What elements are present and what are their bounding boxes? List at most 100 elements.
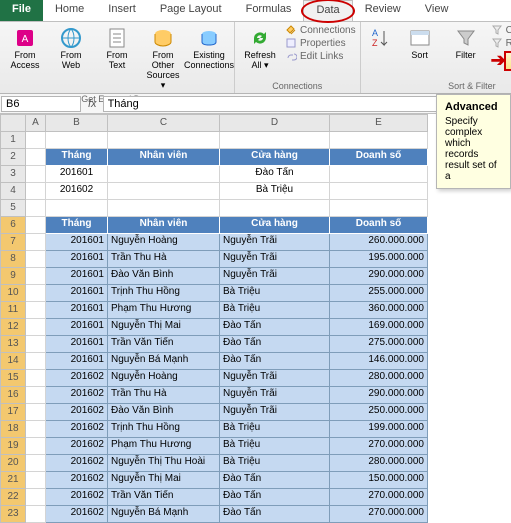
properties-button[interactable]: Properties xyxy=(285,37,356,49)
from-access-button[interactable]: AFrom Access xyxy=(4,24,46,72)
tab-view[interactable]: View xyxy=(413,0,461,21)
cell[interactable]: Nguyễn Trãi xyxy=(220,387,330,404)
row-23[interactable]: 23 xyxy=(0,506,26,523)
cell[interactable] xyxy=(26,132,46,149)
cell[interactable]: Trần Văn Tiến xyxy=(108,336,220,353)
row-12[interactable]: 12 xyxy=(0,319,26,336)
cell[interactable] xyxy=(330,183,428,200)
cell[interactable]: Nhân viên xyxy=(108,149,220,166)
sort-az-button[interactable]: AZ xyxy=(365,24,395,52)
cell[interactable]: 250.000.000 xyxy=(330,404,428,421)
row-17[interactable]: 17 xyxy=(0,404,26,421)
cell[interactable]: Đào Tấn xyxy=(220,489,330,506)
tab-review[interactable]: Review xyxy=(353,0,413,21)
cell[interactable] xyxy=(46,132,108,149)
cell[interactable] xyxy=(108,166,220,183)
cell[interactable] xyxy=(26,166,46,183)
cell[interactable]: Nhân viên xyxy=(108,217,220,234)
cell[interactable] xyxy=(26,234,46,251)
cell[interactable] xyxy=(220,132,330,149)
cell[interactable]: Trịnh Thu Hồng xyxy=(108,421,220,438)
cell[interactable]: Nguyễn Trãi xyxy=(220,234,330,251)
cell[interactable] xyxy=(26,319,46,336)
cell[interactable] xyxy=(26,302,46,319)
cell[interactable]: Đào Văn Bình xyxy=(108,404,220,421)
cell[interactable]: Bà Triệu xyxy=(220,455,330,472)
cell[interactable] xyxy=(108,200,220,217)
cell[interactable]: 290.000.000 xyxy=(330,268,428,285)
cell[interactable] xyxy=(26,217,46,234)
row-4[interactable]: 4 xyxy=(0,183,26,200)
col-A[interactable]: A xyxy=(26,114,46,132)
col-E[interactable]: E xyxy=(330,114,428,132)
fx-icon[interactable]: fx xyxy=(82,98,103,110)
cell[interactable]: 169.000.000 xyxy=(330,319,428,336)
cell[interactable]: 275.000.000 xyxy=(330,336,428,353)
from-other-sources-button[interactable]: From Other Sources ▾ xyxy=(142,24,184,93)
row-5[interactable]: 5 xyxy=(0,200,26,217)
cell[interactable] xyxy=(26,353,46,370)
cell[interactable]: 201602 xyxy=(46,370,108,387)
cell[interactable]: 201601 xyxy=(46,166,108,183)
cell[interactable]: Cửa hàng xyxy=(220,149,330,166)
cell[interactable] xyxy=(26,200,46,217)
cell[interactable] xyxy=(26,149,46,166)
cell[interactable]: 201601 xyxy=(46,268,108,285)
cell[interactable] xyxy=(26,370,46,387)
row-19[interactable]: 19 xyxy=(0,438,26,455)
row-20[interactable]: 20 xyxy=(0,455,26,472)
cell[interactable]: Phạm Thu Hương xyxy=(108,302,220,319)
cell[interactable]: 201601 xyxy=(46,302,108,319)
cell[interactable]: Nguyễn Thị Thu Hoài xyxy=(108,455,220,472)
cell[interactable] xyxy=(26,285,46,302)
cell[interactable]: 201602 xyxy=(46,489,108,506)
cell[interactable] xyxy=(46,200,108,217)
cell[interactable] xyxy=(26,183,46,200)
cell[interactable]: 360.000.000 xyxy=(330,302,428,319)
cell[interactable]: Doanh số xyxy=(330,217,428,234)
cell[interactable]: Đào Tấn xyxy=(220,506,330,523)
cell[interactable]: 201601 xyxy=(46,234,108,251)
row-18[interactable]: 18 xyxy=(0,421,26,438)
cell[interactable] xyxy=(330,132,428,149)
row-3[interactable]: 3 xyxy=(0,166,26,183)
row-11[interactable]: 11 xyxy=(0,302,26,319)
cell[interactable]: 280.000.000 xyxy=(330,370,428,387)
existing-connections-button[interactable]: Existing Connections xyxy=(188,24,230,72)
cell[interactable]: Nguyễn Bá Mạnh xyxy=(108,506,220,523)
cell[interactable]: 270.000.000 xyxy=(330,506,428,523)
sort-button[interactable]: Sort xyxy=(399,24,441,62)
tab-formulas[interactable]: Formulas xyxy=(234,0,304,21)
cell[interactable]: 201601 xyxy=(46,336,108,353)
cell[interactable]: 201602 xyxy=(46,455,108,472)
cell[interactable]: Nguyễn Trãi xyxy=(220,370,330,387)
cell[interactable]: Bà Triệu xyxy=(220,183,330,200)
cell[interactable] xyxy=(330,166,428,183)
from-web-button[interactable]: From Web xyxy=(50,24,92,72)
col-B[interactable]: B xyxy=(46,114,108,132)
cell[interactable]: Trần Văn Tiến xyxy=(108,489,220,506)
cell[interactable]: Nguyễn Hoàng xyxy=(108,370,220,387)
cell[interactable] xyxy=(26,404,46,421)
cell[interactable]: 270.000.000 xyxy=(330,438,428,455)
cell[interactable] xyxy=(26,506,46,523)
cell[interactable] xyxy=(330,200,428,217)
cell[interactable]: 201602 xyxy=(46,421,108,438)
cell[interactable] xyxy=(108,183,220,200)
connections-button[interactable]: Connections xyxy=(285,24,356,36)
tab-insert[interactable]: Insert xyxy=(96,0,148,21)
tab-page-layout[interactable]: Page Layout xyxy=(148,0,234,21)
cell[interactable]: Đào Tấn xyxy=(220,472,330,489)
col-C[interactable]: C xyxy=(108,114,220,132)
cell[interactable]: Nguyễn Trãi xyxy=(220,268,330,285)
cell[interactable]: 270.000.000 xyxy=(330,489,428,506)
cell[interactable]: Bà Triệu xyxy=(220,438,330,455)
cell[interactable]: Đào Tấn xyxy=(220,319,330,336)
cell[interactable]: Cửa hàng xyxy=(220,217,330,234)
cell[interactable] xyxy=(26,438,46,455)
cell[interactable]: Đào Tấn xyxy=(220,166,330,183)
cell[interactable]: Bà Triệu xyxy=(220,285,330,302)
cell[interactable]: 255.000.000 xyxy=(330,285,428,302)
tab-file[interactable]: File xyxy=(0,0,43,21)
cell[interactable] xyxy=(26,336,46,353)
